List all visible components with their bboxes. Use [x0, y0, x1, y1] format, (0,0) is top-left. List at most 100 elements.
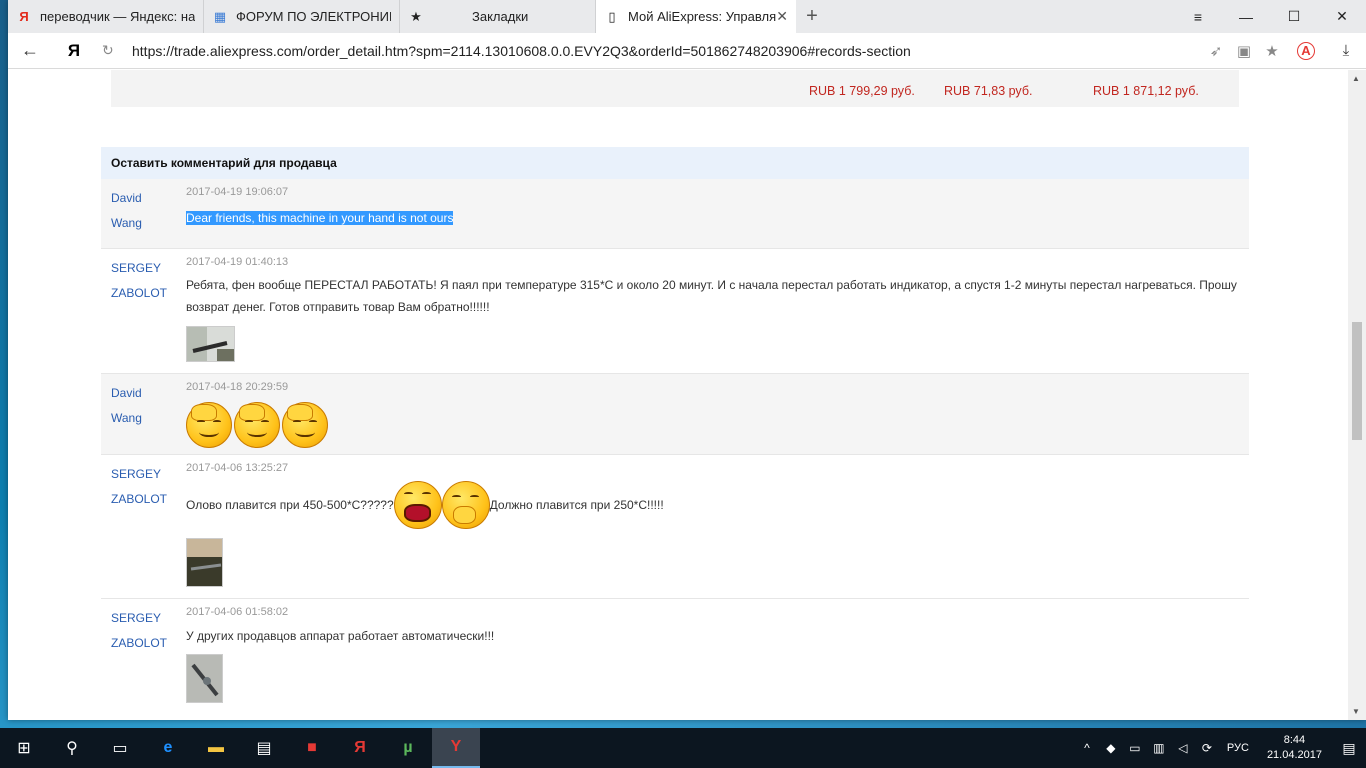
- message-text: У других продавцов аппарат работает авто…: [186, 629, 495, 643]
- url-text: https://trade.aliexpress.com/order_detai…: [132, 42, 911, 59]
- scroll-down-icon[interactable]: ▼: [1352, 707, 1360, 716]
- tab-title: Закладки: [472, 9, 529, 24]
- author-first-name: David: [111, 386, 142, 400]
- author-first-name: SERGEY: [111, 261, 162, 275]
- start-windows-icon[interactable]: ⊞: [0, 728, 48, 768]
- message-text: Олово плавится при 450-500*С????? Должно…: [186, 481, 664, 529]
- giggling-smiley-icon: [441, 481, 490, 529]
- author-first-name: SERGEY: [111, 467, 162, 481]
- close-tab-icon[interactable]: ✕: [776, 8, 788, 25]
- message-author[interactable]: David Wang: [111, 186, 181, 236]
- adblock-icon: A: [1297, 41, 1315, 60]
- shy-smiley-icon: [186, 402, 232, 448]
- clock-time: 8:44: [1283, 734, 1306, 746]
- tab-electronics-forum[interactable]: ▦ ФОРУМ ПО ЭЛЕКТРОНИКЕ: [204, 0, 400, 33]
- laughing-smiley-icon: [393, 481, 442, 529]
- browser-window: Я переводчик — Яндекс: наш ▦ ФОРУМ ПО ЭЛ…: [8, 0, 1366, 720]
- url-field[interactable]: ↻ https://trade.aliexpress.com/order_det…: [96, 37, 1202, 65]
- close-window-button[interactable]: ✕: [1318, 0, 1366, 33]
- message-text-part: Олово плавится при 450-500*С?????: [186, 498, 394, 512]
- author-first-name: SERGEY: [111, 611, 162, 625]
- sync-icon[interactable]: ⟳: [1195, 741, 1219, 755]
- author-first-name: David: [111, 191, 142, 205]
- author-last-name: Wang: [111, 216, 142, 230]
- tab-bookmarks[interactable]: ★ Закладки: [400, 0, 596, 33]
- message-author[interactable]: SERGEY ZABOLOT: [111, 462, 181, 512]
- tab-aliexpress[interactable]: ▯ Мой AliExpress: Управля ✕: [596, 0, 796, 33]
- attachment-thumbnail[interactable]: [186, 654, 223, 703]
- message-date: 2017-04-19 01:40:13: [186, 256, 289, 268]
- message-date: 2017-04-06 01:58:02: [186, 606, 289, 618]
- yandex-browser-icon[interactable]: Y: [432, 728, 480, 768]
- address-bar: ← Я ↻ https://trade.aliexpress.com/order…: [8, 33, 1366, 69]
- window-controls: ≡ — ☐ ✕: [1174, 0, 1366, 33]
- message-author[interactable]: SERGEY ZABOLOT: [111, 606, 181, 656]
- clock[interactable]: 8:44 21.04.2017: [1267, 733, 1322, 763]
- bookmark-star-icon[interactable]: ★: [1258, 33, 1286, 69]
- order-totals-panel: RUB 1 799,29 руб. RUB 71,83 руб. RUB 1 8…: [111, 70, 1239, 107]
- scroll-thumb[interactable]: [1352, 322, 1362, 440]
- emoji-group: [186, 402, 328, 448]
- message-row: SERGEY ZABOLOT 2017-04-06 01:58:02 У друг…: [101, 599, 1249, 720]
- adblock-icon-wrapper[interactable]: A: [1286, 33, 1326, 69]
- volume-icon[interactable]: ◁: [1171, 741, 1195, 755]
- attachment-thumbnail[interactable]: [186, 538, 223, 587]
- yandex-home-button[interactable]: Я: [52, 33, 96, 69]
- taskbar: ⊞ ⚲ ▭ e ▬ ▤ ■ Я µ Y ^ ◆ ▭ ▥ ◁ ⟳ РУС 8:44…: [0, 728, 1366, 768]
- chevron-up-icon[interactable]: ^: [1075, 741, 1099, 755]
- message-row: David Wang 2017-04-19 19:06:07 Dear frien…: [101, 179, 1249, 249]
- store-icon[interactable]: ▤: [240, 728, 288, 768]
- tab-title: Мой AliExpress: Управля: [628, 9, 777, 24]
- back-button[interactable]: ←: [8, 33, 52, 69]
- tab-yandex-translate[interactable]: Я переводчик — Яндекс: наш: [8, 0, 204, 33]
- message-row: SERGEY ZABOLOT 2017-04-19 01:40:13 Ребята…: [101, 249, 1249, 374]
- forum-icon: ▦: [213, 8, 227, 24]
- author-last-name: Wang: [111, 411, 142, 425]
- search-icon[interactable]: ⚲: [48, 728, 96, 768]
- shy-smiley-icon: [234, 402, 280, 448]
- download-icon[interactable]: ⤓: [1326, 33, 1366, 69]
- edge-icon[interactable]: e: [144, 728, 192, 768]
- message-row: SERGEY ZABOLOT 2017-04-06 13:25:27 Олово …: [101, 455, 1249, 599]
- yandex-app-icon[interactable]: Я: [336, 728, 384, 768]
- vertical-scrollbar[interactable]: ▲ ▼: [1348, 70, 1366, 720]
- message-row: David Wang 2017-04-18 20:29:59: [101, 374, 1249, 455]
- network-icon[interactable]: ▥: [1147, 741, 1171, 755]
- protect-icon[interactable]: ▣: [1230, 33, 1258, 69]
- message-text-part: Должно плавится при 250*С!!!!!: [489, 498, 664, 512]
- tab-title: ФОРУМ ПО ЭЛЕКТРОНИКЕ: [236, 9, 391, 24]
- message-date: 2017-04-06 13:25:27: [186, 462, 289, 474]
- page-viewport: RUB 1 799,29 руб. RUB 71,83 руб. RUB 1 8…: [8, 70, 1348, 720]
- author-last-name: ZABOLOT: [111, 286, 168, 300]
- attachment-thumbnail[interactable]: [186, 326, 235, 362]
- battery-icon[interactable]: ▭: [1123, 741, 1147, 755]
- rocket-icon[interactable]: ➶: [1202, 33, 1230, 69]
- minimize-button[interactable]: —: [1222, 0, 1270, 33]
- yandex-icon: Я: [19, 9, 29, 24]
- page-icon: ▯: [608, 8, 616, 24]
- message-text: Ребята, фен вообще ПЕРЕСТАЛ РАБОТАТЬ! Я …: [186, 278, 1237, 314]
- author-last-name: ZABOLOT: [111, 636, 168, 650]
- dropbox-icon[interactable]: ◆: [1099, 741, 1123, 755]
- comment-section-title: Оставить комментарий для продавца: [101, 147, 1249, 179]
- tab-bar: Я переводчик — Яндекс: наш ▦ ФОРУМ ПО ЭЛ…: [8, 0, 1366, 33]
- menu-icon[interactable]: ≡: [1174, 0, 1222, 33]
- scroll-up-icon[interactable]: ▲: [1352, 74, 1360, 83]
- utorrent-icon[interactable]: µ: [384, 728, 432, 768]
- star-icon: ★: [410, 8, 422, 24]
- file-explorer-icon[interactable]: ▬: [192, 728, 240, 768]
- message-author[interactable]: SERGEY ZABOLOT: [111, 256, 181, 306]
- highlighted-text: Dear friends, this machine in your hand …: [186, 211, 454, 225]
- shy-smiley-icon: [282, 402, 328, 448]
- product-price: RUB 1 799,29 руб.: [809, 84, 915, 98]
- reload-icon[interactable]: ↻: [102, 42, 126, 59]
- clock-date: 21.04.2017: [1266, 749, 1322, 761]
- message-text: Dear friends, this machine in your hand …: [186, 207, 1241, 229]
- new-tab-button[interactable]: +: [796, 0, 828, 33]
- gift-icon[interactable]: ■: [288, 728, 336, 768]
- maximize-button[interactable]: ☐: [1270, 0, 1318, 33]
- notification-center-icon[interactable]: ▤: [1332, 740, 1366, 757]
- message-author[interactable]: David Wang: [111, 381, 181, 431]
- language-indicator[interactable]: РУС: [1227, 742, 1249, 754]
- task-view-icon[interactable]: ▭: [96, 728, 144, 768]
